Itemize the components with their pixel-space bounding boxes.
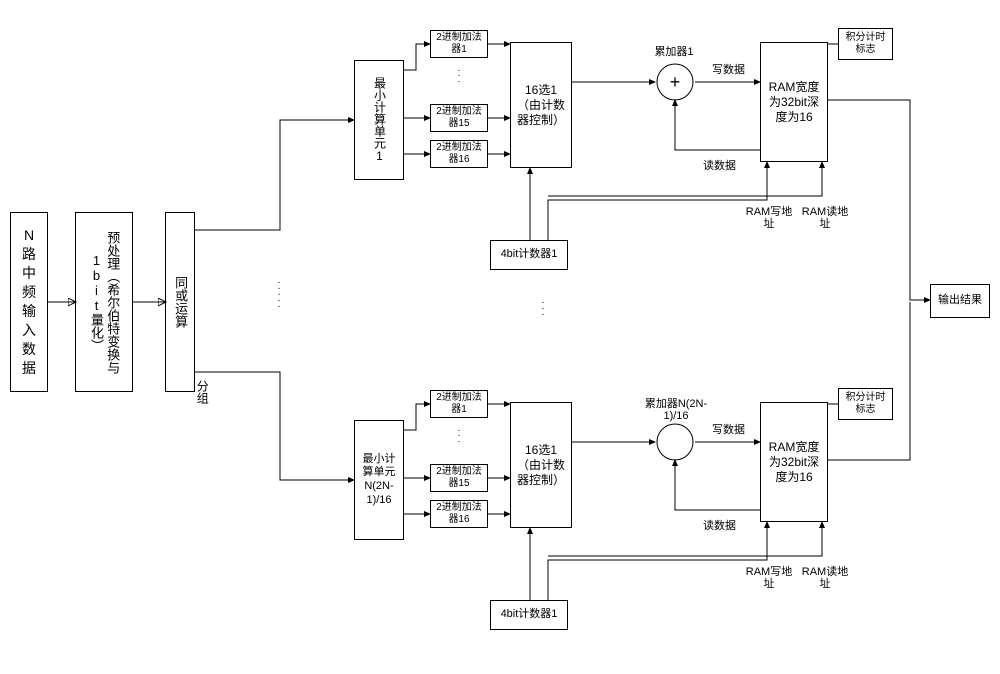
branch-dots: ·····: [272, 280, 286, 310]
upper-ram-block: RAM宽度为32bit深度为16: [760, 42, 828, 162]
lower-adder-16-text: 2进制加法器16: [433, 502, 485, 527]
lower-counter-text: 4bit计数器1: [501, 608, 558, 622]
output-text: 输出结果: [938, 294, 982, 308]
upper-counter-text: 4bit计数器1: [501, 248, 558, 262]
upper-adder-16: 2进制加法器16: [430, 140, 488, 168]
group-label: 分组: [195, 380, 208, 404]
lower-mincell-text: 最小计算单元N(2N-1)/16: [357, 451, 401, 510]
lower-adder-15-text: 2进制加法器15: [433, 466, 485, 491]
lower-ram-text: RAM宽度为32bit深度为16: [763, 440, 825, 485]
upper-raddr-label: RAM读地址: [800, 206, 850, 230]
upper-mincell-block: 最小计算单元1: [354, 60, 404, 180]
lower-mincell-block: 最小计算单元N(2N-1)/16: [354, 420, 404, 540]
upper-mux-text: 16选1 （由计数器控制）: [513, 83, 569, 128]
upper-waddr-label: RAM写地址: [744, 206, 794, 230]
upper-adder-15-text: 2进制加法器15: [433, 106, 485, 131]
lower-raddr-label: RAM读地址: [800, 566, 850, 590]
preprocess-text: 预处理（希尔伯特变换与1bit量化）: [88, 215, 121, 389]
xnor-text: 同或运算: [172, 276, 188, 328]
upper-read-label: 读数据: [697, 160, 742, 172]
lower-adder-16: 2进制加法器16: [430, 500, 488, 528]
lower-counter-block: 4bit计数器1: [490, 600, 568, 630]
upper-write-label: 写数据: [706, 64, 751, 76]
input-block: N 路 中 频 输 入 数 据: [10, 212, 48, 392]
upper-adder-1-text: 2进制加法器1: [433, 32, 485, 57]
upper-adder-16-text: 2进制加法器16: [433, 142, 485, 167]
upper-intflag-text: 积分计时标志: [841, 32, 890, 57]
mid-dots: ···: [536, 300, 550, 318]
lower-mux-text: 16选1 （由计数器控制）: [513, 443, 569, 488]
lower-adder-1-text: 2进制加法器1: [433, 392, 485, 417]
upper-acc-label: 累加器1: [648, 46, 700, 58]
upper-adder-dots: ···: [452, 68, 466, 84]
lower-adder-1: 2进制加法器1: [430, 390, 488, 418]
input-text: N 路 中 频 输 入 数 据: [22, 226, 36, 377]
upper-acc-circle: +: [655, 62, 695, 102]
lower-acc-label: 累加器N(2N-1)/16: [640, 398, 712, 422]
plus-icon: +: [670, 72, 681, 92]
upper-mincell-text: 最小计算单元1: [372, 77, 387, 163]
lower-mux-block: 16选1 （由计数器控制）: [510, 402, 572, 528]
output-block: 输出结果: [930, 284, 990, 318]
upper-counter-block: 4bit计数器1: [490, 240, 568, 270]
xnor-block: 同或运算: [165, 212, 195, 392]
upper-mux-block: 16选1 （由计数器控制）: [510, 42, 572, 168]
lower-acc-circle: [655, 422, 695, 462]
lower-read-label: 读数据: [697, 520, 742, 532]
lower-ram-block: RAM宽度为32bit深度为16: [760, 402, 828, 522]
lower-intflag-block: 积分计时标志: [838, 388, 893, 420]
upper-intflag-block: 积分计时标志: [838, 28, 893, 60]
upper-adder-1: 2进制加法器1: [430, 30, 488, 58]
lower-adder-15: 2进制加法器15: [430, 464, 488, 492]
lower-write-label: 写数据: [706, 424, 751, 436]
upper-ram-text: RAM宽度为32bit深度为16: [763, 80, 825, 125]
lower-intflag-text: 积分计时标志: [841, 392, 890, 417]
lower-adder-dots: ···: [452, 428, 466, 444]
lower-waddr-label: RAM写地址: [744, 566, 794, 590]
wires: [0, 0, 1000, 674]
upper-adder-15: 2进制加法器15: [430, 104, 488, 132]
preprocess-block: 预处理（希尔伯特变换与1bit量化）: [75, 212, 133, 392]
